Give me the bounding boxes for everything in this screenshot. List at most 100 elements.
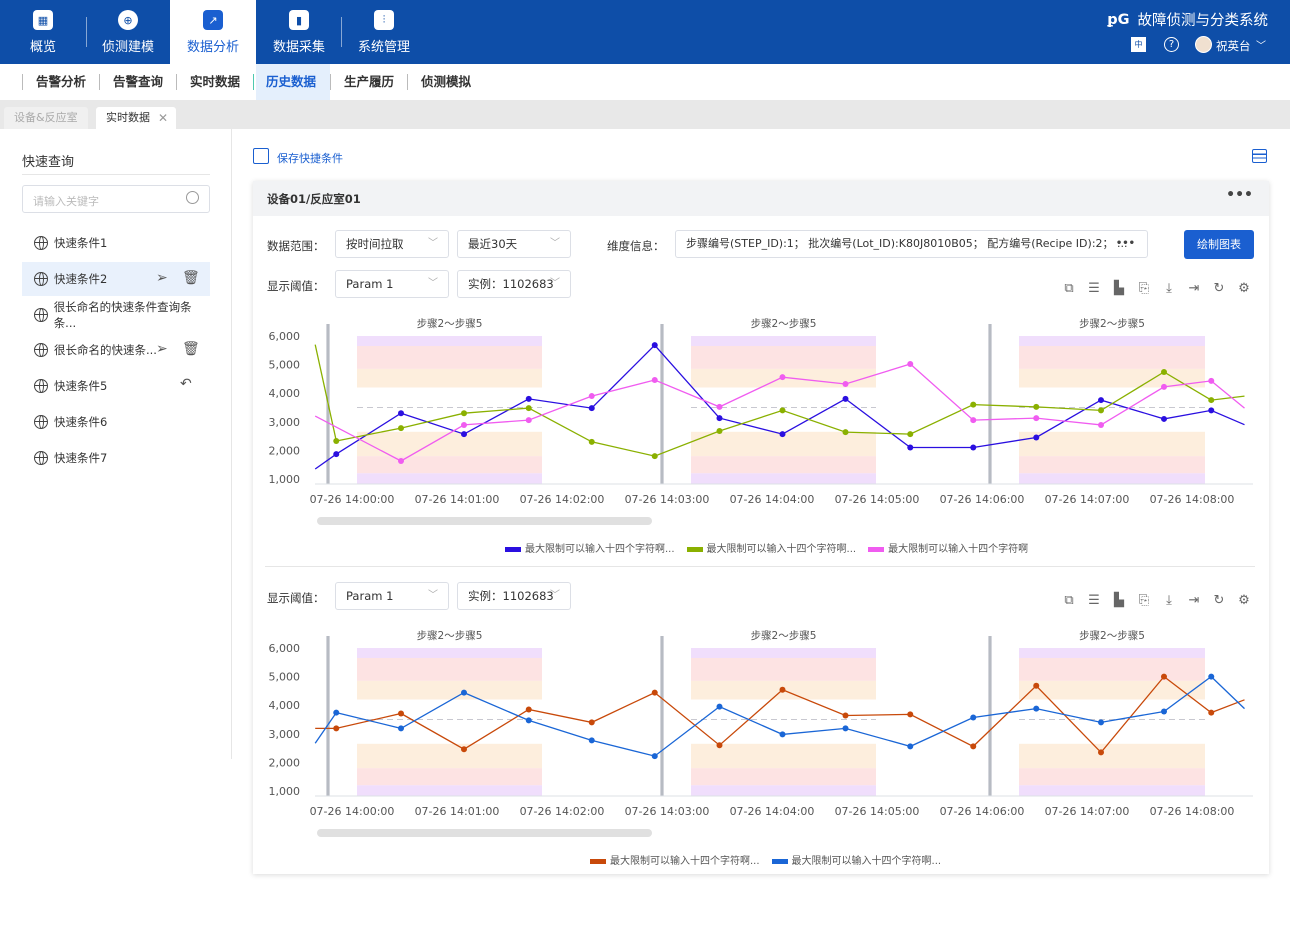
legend-item[interactable]: 最大限制可以输入十四个字符啊... — [686, 540, 856, 555]
quick-condition-item[interactable]: 很长命名的快速条... ➢ 🗑 — [22, 333, 210, 367]
threshold-band — [1019, 743, 1205, 769]
quick-condition-item[interactable]: 快速条件7 — [22, 441, 210, 475]
legend-item[interactable]: 最大限制可以输入十四个字符啊 — [868, 540, 1028, 555]
data-point — [907, 711, 914, 718]
export-icon[interactable]: ⇥ — [1186, 593, 1202, 609]
nav-label: 系统管理 — [357, 40, 410, 55]
chevron-down-icon: ﹀ — [428, 278, 438, 289]
clear-icon[interactable]: ⎘ — [1136, 281, 1152, 297]
nav-system-management[interactable]: ⫶ 系统管理 — [342, 0, 426, 64]
data-point — [398, 457, 404, 464]
subnav-production-history[interactable]: 生产履历 — [334, 64, 404, 100]
data-point — [461, 689, 467, 696]
instance-select[interactable]: 实例：1102683 ﹀ — [457, 270, 571, 298]
data-point — [842, 395, 849, 402]
user-name[interactable]: 祝英台 — [1216, 38, 1251, 54]
search-input[interactable]: 请输入关键字 — [22, 185, 210, 213]
more-icon[interactable]: ••• — [1116, 231, 1135, 257]
y-tick-label: 5,000 — [269, 359, 301, 372]
subnav-alarm-query[interactable]: 告警查询 — [103, 64, 173, 100]
range-period-select[interactable]: 最近30天 ﹀ — [457, 230, 571, 258]
chevron-down-icon[interactable]: ﹀ — [1256, 37, 1266, 52]
legend-swatch — [868, 546, 885, 552]
chevron-down-icon: ﹀ — [550, 278, 560, 289]
trash-icon[interactable]: 🗑 — [182, 341, 200, 357]
nav-modeling[interactable]: ⊕ 侦测建模 — [86, 0, 170, 64]
chart-2: 步骤2～步骤5 步骤2～步骤5 步骤2～步骤5 1,000 2,000 3,000 4,00… — [255, 622, 1270, 872]
threshold-band — [357, 768, 542, 786]
param-select[interactable]: Param 1 ﹀ — [335, 582, 449, 610]
legend: 最大限制可以输入十四个字符啊... 最大限制可以输入十四个字符啊... 最大限制可以… — [505, 540, 1028, 555]
nav-overview[interactable]: ▦ 概览 — [0, 0, 86, 64]
trash-icon[interactable]: 🗑 — [182, 270, 200, 286]
search-icon[interactable] — [186, 191, 199, 204]
globe-user-icon — [34, 236, 48, 250]
card-title: 设备01/反应室01 — [267, 192, 361, 206]
subnav-alarm-analysis[interactable]: 告警分析 — [26, 64, 96, 100]
language-icon[interactable]: 中 — [1131, 37, 1146, 52]
help-icon[interactable]: ? — [1164, 37, 1179, 52]
draw-chart-button[interactable]: 绘制图表 — [1184, 230, 1254, 259]
chart-type-icon[interactable]: ▙ — [1111, 593, 1127, 609]
x-tick-label: 07-26 14:01:00 — [415, 493, 500, 506]
nav-data-collection[interactable]: ▮ 数据采集 — [256, 0, 342, 64]
subnav-detection-simulation[interactable]: 侦测模拟 — [411, 64, 481, 100]
send-icon[interactable]: ➢ — [156, 270, 168, 286]
clear-icon[interactable]: ⎘ — [1136, 593, 1152, 609]
close-icon[interactable]: ✕ — [158, 107, 168, 129]
quick-condition-item[interactable]: 很长命名的快速条件查询条条... — [22, 298, 210, 332]
settings-icon[interactable]: ⚙ — [1236, 281, 1252, 297]
tab-equipment-chamber[interactable]: 设备&反应室 — [4, 107, 88, 129]
chevron-down-icon: ﹀ — [428, 238, 438, 249]
data-point — [1161, 708, 1167, 715]
data-view-icon[interactable]: ☰ — [1086, 593, 1102, 609]
param-select[interactable]: Param 1 ﹀ — [335, 270, 449, 298]
restore-icon[interactable]: ↻ — [1211, 593, 1227, 609]
item-label: 快速条件7 — [54, 451, 108, 465]
quick-condition-item[interactable]: 快速条件6 — [22, 405, 210, 439]
dimension-input[interactable]: 步骤编号(STEP_ID):1； 批次编号(Lot_ID):K80J8010B0… — [675, 230, 1148, 258]
data-point — [1161, 383, 1167, 390]
divider — [407, 74, 408, 90]
line-chart-icon: ↗ — [203, 10, 223, 30]
export-icon[interactable]: ⇥ — [1186, 281, 1202, 297]
data-point — [651, 689, 658, 696]
quick-condition-item[interactable]: 快速条件1 — [22, 226, 210, 260]
y-tick-label: 2,000 — [269, 756, 301, 769]
zoom-reset-icon[interactable]: ⧉ — [1061, 593, 1077, 609]
settings-icon[interactable]: ⚙ — [1236, 593, 1252, 609]
legend-item[interactable]: 最大限制可以输入十四个字符啊... — [771, 852, 941, 867]
more-icon[interactable]: ••• — [1226, 187, 1253, 203]
avatar[interactable] — [1195, 36, 1212, 53]
tab-realtime-data[interactable]: 实时数据 ✕ — [96, 107, 176, 129]
brand: ꝑG 故障侦测与分类系统 — [1107, 9, 1268, 30]
subnav-history-data[interactable]: 历史数据 — [256, 64, 330, 100]
download-icon[interactable]: ⤓ — [1161, 593, 1177, 609]
data-point — [461, 421, 467, 428]
threshold-band — [357, 473, 542, 484]
zoom-reset-icon[interactable]: ⧉ — [1061, 281, 1077, 297]
brand-title: 故障侦测与分类系统 — [1137, 13, 1269, 29]
legend-item[interactable]: 最大限制可以输入十四个字符啊... — [505, 540, 675, 555]
download-icon[interactable]: ⤓ — [1161, 281, 1177, 297]
subnav-realtime-data[interactable]: 实时数据 — [180, 64, 250, 100]
range-mode-select[interactable]: 按时间拉取 ﹀ — [335, 230, 449, 258]
step-label: 步骤2～步骤5 — [751, 318, 817, 330]
send-icon[interactable]: ➢ — [156, 341, 168, 357]
layout-list-icon[interactable] — [1252, 149, 1267, 163]
instance-select[interactable]: 实例：1102683 ﹀ — [457, 582, 571, 610]
legend-item[interactable]: 最大限制可以输入十四个字符啊... — [590, 852, 760, 867]
quick-condition-item[interactable]: 快速条件5 ↶ — [22, 369, 210, 403]
save-icon[interactable] — [253, 148, 269, 164]
data-view-icon[interactable]: ☰ — [1086, 281, 1102, 297]
quick-condition-item[interactable]: 快速条件2 ➢ 🗑 — [22, 262, 210, 296]
data-point — [970, 743, 977, 750]
threshold-band — [691, 648, 876, 659]
item-label: 很长命名的快速条... — [54, 343, 157, 357]
undo-icon[interactable]: ↶ — [180, 376, 192, 392]
restore-icon[interactable]: ↻ — [1211, 281, 1227, 297]
data-range-label: 数据范围： — [267, 239, 325, 253]
nav-data-analysis[interactable]: ↗ 数据分析 — [170, 0, 256, 64]
save-quick-condition-button[interactable]: 保存快捷条件 — [277, 150, 343, 166]
chart-type-icon[interactable]: ▙ — [1111, 281, 1127, 297]
